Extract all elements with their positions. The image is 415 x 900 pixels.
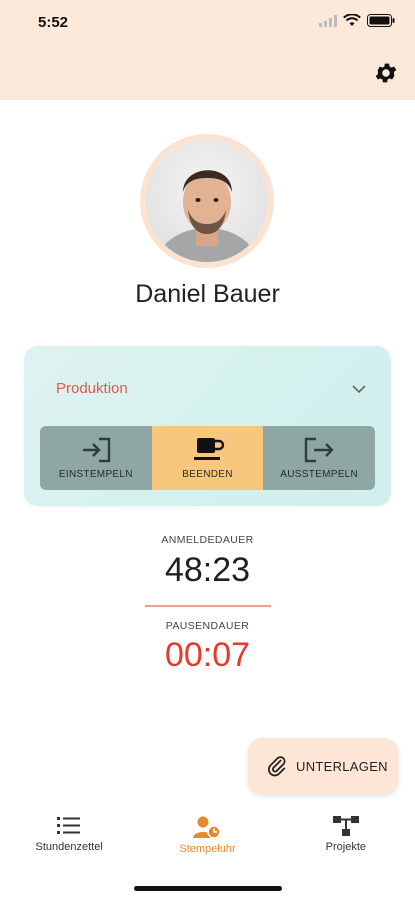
documents-button[interactable]: UNTERLAGEN [248,738,398,794]
clock-out-label: AUSSTEMPELN [280,468,359,480]
person-portrait-icon [155,170,259,262]
avatar [142,136,272,266]
list-icon [57,817,81,834]
battery-icon [367,14,395,27]
pause-duration-caption: PAUSENDAUER [165,620,250,632]
status-time: 5:52 [38,14,69,31]
bottom-navigation: Stundenzettel Stempeluhr Projekte [0,805,415,875]
user-clock-icon [193,816,222,839]
clock-out-button[interactable]: AUSSTEMPELN [263,426,375,490]
home-indicator [134,886,282,891]
nav-label-projects: Projekte [325,841,366,853]
clock-actions: EINSTEMPELN BEENDEN AUSSTEMPELN [40,426,375,490]
clock-in-button[interactable]: EINSTEMPELN [40,426,152,490]
wifi-icon [343,14,361,26]
logout-arrow-icon [304,437,334,462]
coffee-cup-icon [193,437,224,460]
nav-item-projects[interactable]: Projekte [277,805,415,875]
settings-gear-icon[interactable] [373,60,399,86]
chevron-down-icon [352,385,366,394]
nav-label-timesheet: Stundenzettel [35,841,103,853]
profile-photo [146,140,268,262]
login-duration-caption: ANMELDEDAUER [161,534,254,546]
nav-item-time-clock[interactable]: Stempeluhr [138,805,276,875]
time-tracking-card: Produktion EINSTEMPELN BEENDEN AUSSTEMPE… [24,346,391,506]
login-arrow-icon [82,437,111,462]
nav-label-time-clock: Stempeluhr [179,843,236,855]
divider [145,605,271,607]
documents-label: UNTERLAGEN [296,758,388,774]
project-selected-value: Produktion [56,380,128,397]
signal-icon [319,14,337,27]
end-break-button[interactable]: BEENDEN [151,426,264,490]
user-name: Daniel Bauer [135,280,280,308]
pause-duration-value: 00:07 [164,636,251,674]
clock-in-label: EINSTEMPELN [58,468,133,480]
end-break-label: BEENDEN [182,468,233,480]
nav-item-timesheet[interactable]: Stundenzettel [0,805,138,875]
status-icons [319,14,395,27]
login-duration-value: 48:23 [164,551,251,589]
project-hierarchy-icon [332,816,359,836]
paperclip-icon [268,756,286,777]
app-header: 5:52 [0,0,415,100]
project-dropdown[interactable]: Produktion [56,376,366,402]
